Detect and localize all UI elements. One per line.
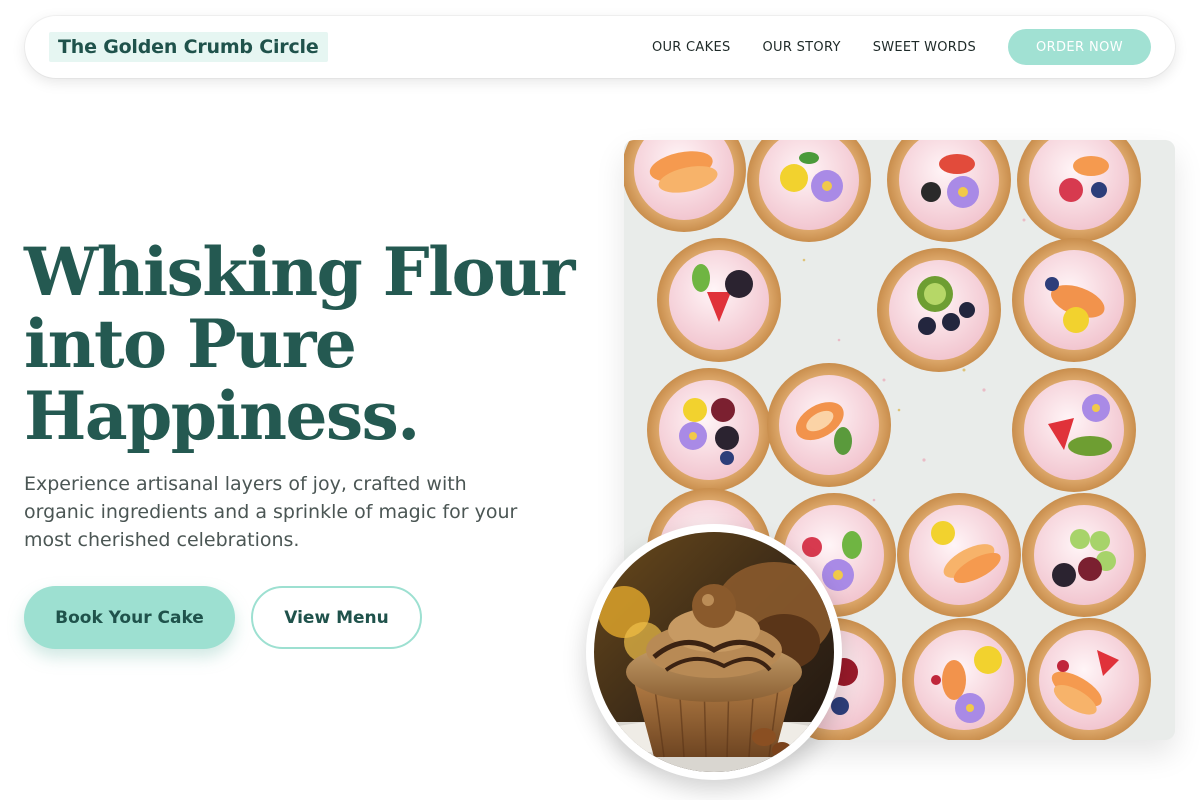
nav-link-sweet-words[interactable]: SWEET WORDS <box>873 40 976 55</box>
order-now-button[interactable]: ORDER NOW <box>1008 29 1151 65</box>
nav-links: OUR CAKES OUR STORY SWEET WORDS ORDER NO… <box>652 29 1151 65</box>
hero-title-line: Whisking Flour <box>24 233 575 311</box>
cupcake-photo-frame <box>594 532 834 772</box>
brand-logo[interactable]: The Golden Crumb Circle <box>49 32 328 62</box>
hero-title: Whisking Flour into Pure Happiness. <box>24 236 584 452</box>
cupcake-photo <box>586 524 842 780</box>
nav-link-our-cakes[interactable]: OUR CAKES <box>652 40 731 55</box>
hero-subtitle: Experience artisanal layers of joy, craf… <box>24 473 518 551</box>
hero-title-line: Happiness. <box>24 377 420 455</box>
cupcake-illustration <box>594 532 834 772</box>
nav-link-our-story[interactable]: OUR STORY <box>763 40 841 55</box>
top-navigation: The Golden Crumb Circle OUR CAKES OUR ST… <box>25 16 1175 78</box>
book-cake-button[interactable]: Book Your Cake <box>24 586 235 649</box>
view-menu-button[interactable]: View Menu <box>251 586 422 649</box>
hero-title-line: into Pure <box>24 305 357 383</box>
